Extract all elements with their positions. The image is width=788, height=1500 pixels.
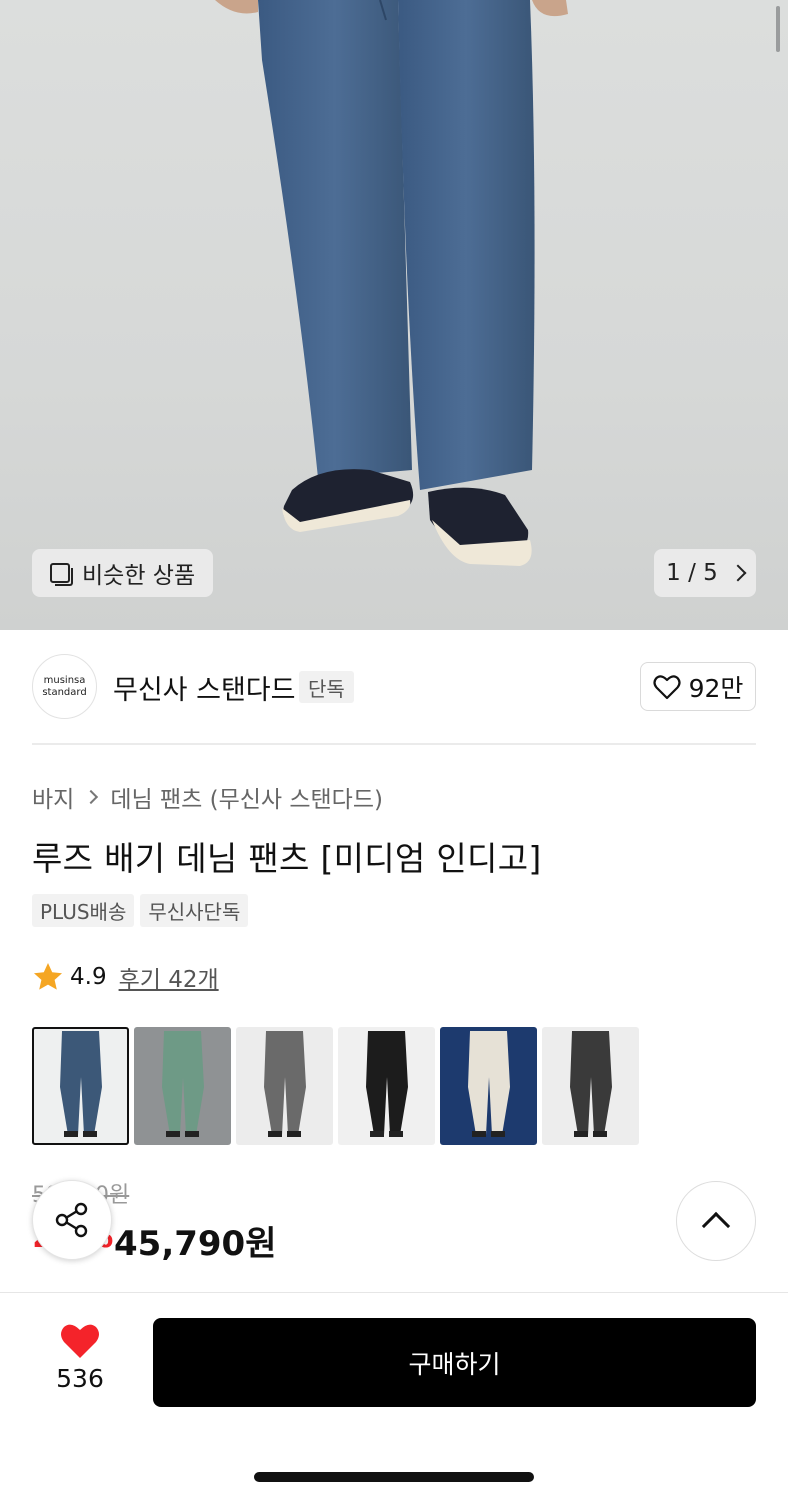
thumbnail-image [162,1031,204,1137]
review-link[interactable]: 후기 42개 [119,960,219,994]
thumbnail-image [366,1031,408,1137]
color-thumbnail-medium-indigo[interactable] [32,1027,129,1145]
tag-exclusive: 무신사단독 [140,894,249,927]
brand-logo[interactable]: musinsa standard [32,654,97,719]
rating: 4.9 후기 42개 [32,960,219,994]
final-price: 45,790원 [114,1224,277,1264]
brand-like-button[interactable]: 92만 [640,662,756,711]
color-thumbnails [32,1027,639,1145]
scroll-top-button[interactable] [676,1181,756,1261]
similar-items-icon [48,561,73,586]
breadcrumb-item[interactable]: 데님 팬츠 (무신사 스탠다드) [110,780,383,814]
chevron-up-icon [701,1211,731,1241]
product-photo [215,0,568,566]
brand-exclusive-badge: 단독 [299,671,354,703]
thumbnail-image [264,1031,306,1137]
image-pager-label: 1 / 5 [666,560,718,586]
thumbnail-image [468,1031,510,1137]
heart-filled-icon [61,1324,99,1358]
product-image[interactable]: 비슷한 상품 1 / 5 [0,0,788,630]
star-icon [34,963,62,990]
scrollbar[interactable] [776,6,780,52]
color-thumbnail-black[interactable] [338,1027,435,1145]
wishlist-button[interactable]: 536 [40,1322,120,1393]
product-title: 루즈 배기 데님 팬츠 [미디엄 인디고] [32,839,542,878]
divider [32,743,756,745]
heart-outline-icon [652,674,681,699]
buy-button[interactable]: 구매하기 [153,1318,756,1407]
share-icon [55,1202,88,1238]
brand-logo-line2: standard [42,686,87,698]
breadcrumb-item[interactable]: 바지 [32,780,74,814]
chevron-right-icon [84,789,99,805]
similar-items-label: 비슷한 상품 [82,563,196,589]
product-tags: PLUS배송 무신사단독 [32,894,249,927]
color-thumbnail-grey-wash[interactable] [236,1027,333,1145]
image-pager-button[interactable]: 1 / 5 [654,549,756,597]
thumbnail-image [570,1031,612,1137]
thumbnail-image [60,1031,102,1137]
breadcrumb: 바지 데님 팬츠 (무신사 스탠다드) [32,780,383,814]
color-thumbnail-green-model[interactable] [134,1027,231,1145]
wishlist-count: 536 [56,1364,104,1393]
brand-like-count: 92만 [688,673,744,703]
brand-logo-line1: musinsa [43,674,86,686]
rating-value: 4.9 [70,964,107,990]
brand-name[interactable]: 무신사 스탠다드 [113,668,295,707]
tag-plus-delivery: PLUS배송 [32,894,135,927]
divider [0,1292,788,1293]
similar-items-button[interactable]: 비슷한 상품 [32,549,213,597]
chevron-right-icon [729,564,747,582]
home-indicator [254,1472,534,1482]
color-thumbnail-black-wash[interactable] [542,1027,639,1145]
share-button[interactable] [32,1180,112,1260]
color-thumbnail-ecru-model[interactable] [440,1027,537,1145]
